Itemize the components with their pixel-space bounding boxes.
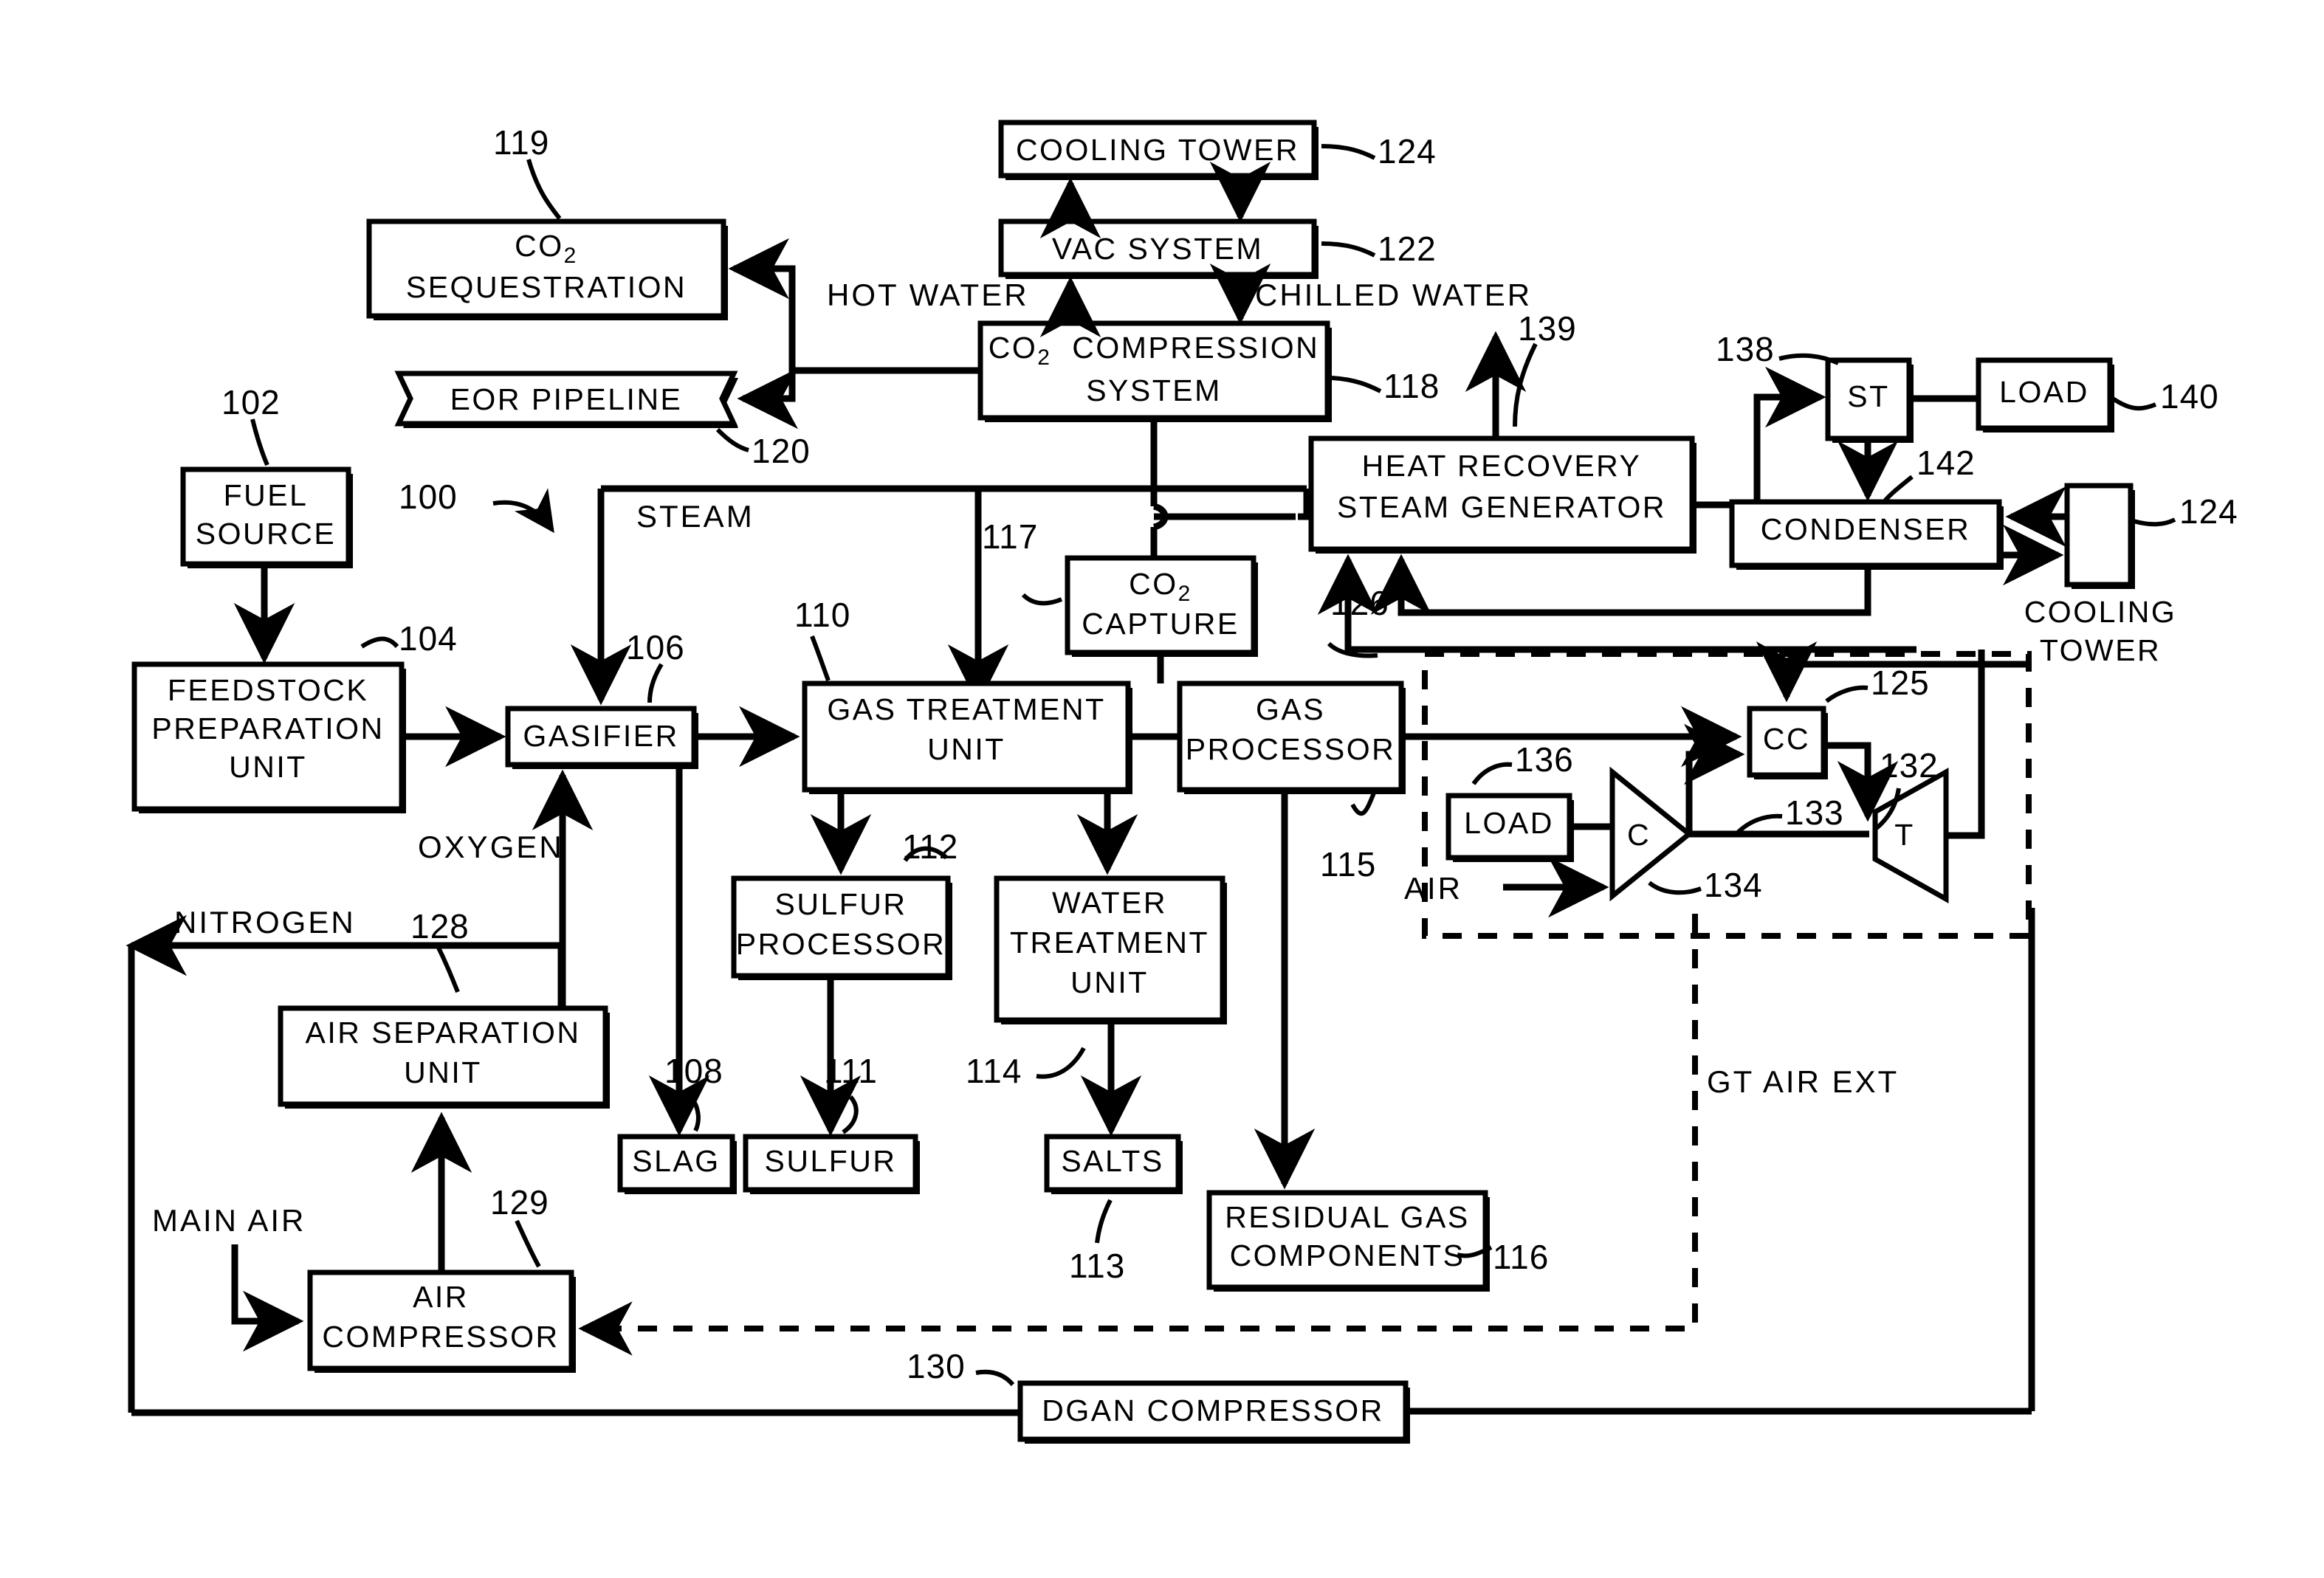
- sulfur-processor-label-line2: PROCESSOR: [735, 927, 946, 961]
- ref-116: 116: [1493, 1238, 1550, 1276]
- gas-processor-label-line1: GAS: [1255, 692, 1326, 726]
- ref-134: 134: [1704, 866, 1763, 904]
- residual-gas-label-line2: COMPONENTS: [1229, 1238, 1465, 1272]
- ref-111: 111: [824, 1052, 878, 1090]
- ref-142: 142: [1916, 444, 1976, 482]
- air-separation-label-line2: UNIT: [404, 1055, 482, 1089]
- fuel-source-label-line1: FUEL: [223, 478, 309, 512]
- ref-110: 110: [794, 596, 851, 634]
- ref-132: 132: [1880, 746, 1939, 785]
- co2-compression-label-line1: CO2 COMPRESSION: [980, 331, 1327, 371]
- cooling-tower-right-label-line2: TOWER: [2039, 633, 2162, 667]
- gt-air-ext-label: GT AIR EXT: [1707, 1064, 1900, 1099]
- ref-117: 117: [982, 517, 1039, 556]
- co2-capture-co: CO: [1129, 567, 1178, 601]
- nitrogen-label: NITROGEN: [174, 905, 356, 940]
- ref-113: 113: [1069, 1247, 1126, 1285]
- chilled-water-label: CHILLED WATER: [1255, 278, 1533, 312]
- ref-125: 125: [1871, 664, 1930, 702]
- co2-sequestration-co: CO: [515, 229, 564, 263]
- co2-compression-co: CO: [988, 331, 1038, 365]
- feedstock-prep-label-line2: PREPARATION: [151, 712, 385, 745]
- gas-treatment-label-line1: GAS TREATMENT: [827, 692, 1106, 726]
- ref-118: 118: [1383, 367, 1440, 405]
- co2-capture-label-line1: CO2: [1068, 567, 1254, 607]
- ref-108: 108: [664, 1052, 723, 1090]
- residual-gas-label-line1: RESIDUAL GAS: [1225, 1200, 1470, 1234]
- ref-126: 126: [1330, 584, 1389, 622]
- ref-140: 140: [2160, 377, 2219, 416]
- patent-flow-diagram: COOLING TOWER VAC SYSTEM CO2 COMPRESSION…: [0, 0, 2324, 1578]
- vac-system-label: VAC SYSTEM: [1051, 232, 1264, 266]
- sulfur-label: SULFUR: [764, 1144, 897, 1178]
- ref-104: 104: [399, 619, 458, 658]
- co2-capture-subscript: 2: [1178, 582, 1192, 606]
- cooling-tower-top-label: COOLING TOWER: [1015, 133, 1300, 167]
- ref-129: 129: [490, 1183, 549, 1222]
- gasifier-label: GASIFIER: [523, 719, 679, 753]
- gas-processor-label-line2: PROCESSOR: [1185, 732, 1396, 766]
- gas-treatment-label-line2: UNIT: [927, 732, 1005, 766]
- co2-compression-word: COMPRESSION: [1072, 331, 1320, 365]
- water-treatment-label-line1: WATER: [1052, 886, 1167, 920]
- load-gt-label: LOAD: [1464, 806, 1554, 840]
- ref-138: 138: [1716, 330, 1775, 368]
- ref-136: 136: [1515, 740, 1574, 779]
- air-compressor-label-line1: AIR: [413, 1280, 469, 1314]
- hot-water-label: HOT WATER: [827, 278, 1029, 312]
- salts-label: SALTS: [1061, 1144, 1164, 1178]
- co2-compression-label-line2: SYSTEM: [1086, 373, 1222, 407]
- air-label: AIR: [1404, 871, 1463, 906]
- eor-pipeline-label: EOR PIPELINE: [450, 382, 683, 416]
- dgan-compressor-label: DGAN COMPRESSOR: [1042, 1393, 1384, 1427]
- ref-133: 133: [1785, 793, 1844, 832]
- hrsg-label-line2: STEAM GENERATOR: [1336, 490, 1667, 524]
- ref-124-top: 124: [1378, 132, 1437, 170]
- steam-turbine-label: ST: [1847, 379, 1890, 413]
- load-right-label: LOAD: [1999, 375, 2089, 409]
- turbine-t-label: T: [1894, 818, 1915, 852]
- steam-label: STEAM: [636, 499, 754, 534]
- co2-capture-label-line2: CAPTURE: [1082, 607, 1240, 641]
- slag-label: SLAG: [632, 1144, 721, 1178]
- ref-106: 106: [626, 628, 685, 666]
- ref-139: 139: [1518, 309, 1577, 348]
- ref-130: 130: [907, 1347, 966, 1385]
- hrsg-label-line1: HEAT RECOVERY: [1361, 449, 1642, 483]
- ref-114: 114: [966, 1052, 1022, 1090]
- co2-compression-subscript: 2: [1037, 345, 1052, 370]
- air-separation-label-line1: AIR SEPARATION: [305, 1016, 581, 1050]
- cooling-tower-right-label-line1: COOLING: [2024, 595, 2177, 629]
- air-compressor-label-line2: COMPRESSOR: [322, 1320, 560, 1354]
- ref-128: 128: [410, 907, 470, 945]
- ref-120: 120: [752, 432, 811, 470]
- ref-112: 112: [902, 827, 959, 866]
- co2-sequestration-label-line2: SEQUESTRATION: [405, 270, 687, 304]
- oxygen-label: OXYGEN: [418, 830, 564, 864]
- combustor-label: CC: [1762, 722, 1811, 756]
- main-air-label: MAIN AIR: [152, 1203, 306, 1238]
- feedstock-prep-label-line1: FEEDSTOCK: [167, 673, 369, 707]
- condenser-label: CONDENSER: [1760, 512, 1971, 546]
- ref-100: 100: [399, 478, 458, 516]
- ref-124-right: 124: [2179, 492, 2238, 531]
- ref-115: 115: [1320, 845, 1377, 883]
- co2-sequestration-subscript: 2: [563, 244, 578, 268]
- ref-122: 122: [1378, 230, 1437, 268]
- ref-102: 102: [221, 383, 281, 421]
- water-treatment-label-line2: TREATMENT: [1009, 926, 1209, 959]
- feedstock-prep-label-line3: UNIT: [229, 750, 307, 784]
- compressor-c-label: C: [1626, 818, 1651, 852]
- ref-119: 119: [493, 123, 550, 162]
- co2-sequestration-label-line1: CO2: [369, 229, 723, 269]
- water-treatment-label-line3: UNIT: [1070, 965, 1149, 999]
- fuel-source-label-line2: SOURCE: [195, 517, 337, 551]
- sulfur-processor-label-line1: SULFUR: [774, 887, 907, 921]
